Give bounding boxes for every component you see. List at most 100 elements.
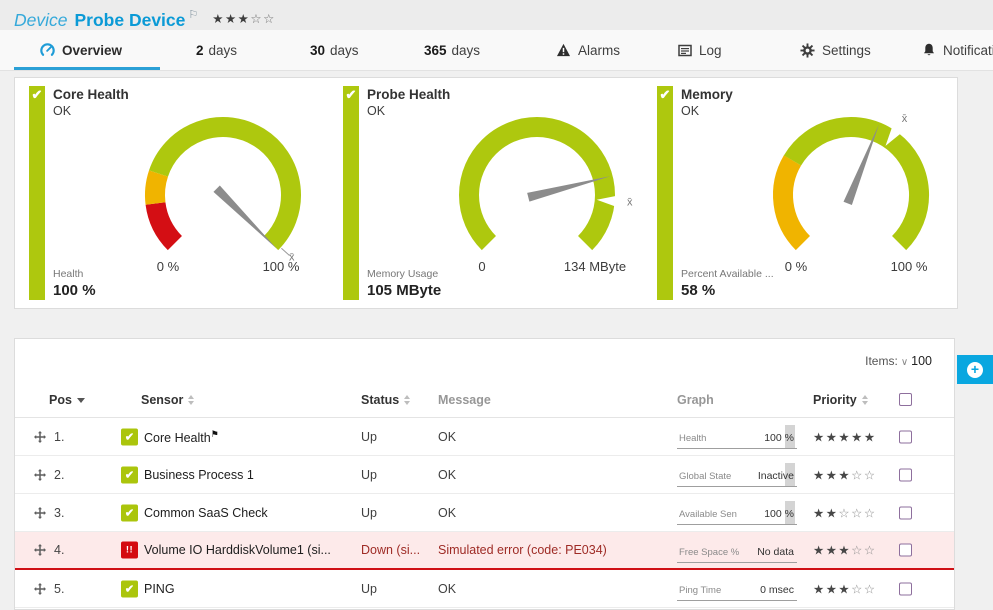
tab-number: 2 bbox=[196, 43, 204, 58]
sensor-ok-icon[interactable]: ✔ bbox=[121, 428, 138, 445]
tab-label: days bbox=[452, 43, 481, 58]
table-row[interactable]: 2.✔Business Process 1UpOKGlobal StateIna… bbox=[15, 456, 954, 494]
gauge-dial: x̄0134 MByte bbox=[427, 104, 649, 302]
priority-stars[interactable]: ★★☆☆☆ bbox=[813, 505, 877, 520]
sensor-name-link[interactable]: Common SaaS Check bbox=[144, 506, 268, 520]
breadcrumb-device-type: Device bbox=[14, 10, 68, 30]
tab-label: days bbox=[330, 43, 359, 58]
tab-number: 30 bbox=[310, 43, 325, 58]
mini-graph-value: 0 msec bbox=[760, 584, 794, 596]
svg-text:134 MByte: 134 MByte bbox=[564, 259, 626, 274]
gauge-section-core-health[interactable]: ✔Core HealthOKx̄0 %100 %Health100 % bbox=[15, 78, 329, 308]
svg-text:100 %: 100 % bbox=[263, 259, 300, 274]
sensor-ok-icon[interactable]: ✔ bbox=[121, 504, 138, 521]
tab-number: 365 bbox=[424, 43, 447, 58]
sensor-error-icon[interactable]: !! bbox=[121, 542, 138, 559]
row-checkbox[interactable] bbox=[899, 430, 912, 443]
sort-icon bbox=[862, 395, 868, 405]
bell-icon bbox=[922, 43, 936, 57]
row-checkbox[interactable] bbox=[899, 582, 912, 595]
priority-stars[interactable]: ★★★☆☆ bbox=[813, 581, 877, 596]
active-tab-underline bbox=[14, 67, 160, 70]
tab-alarms[interactable]: Alarms bbox=[556, 30, 620, 70]
tab-overview[interactable]: Overview bbox=[40, 30, 122, 70]
sort-icon bbox=[188, 395, 194, 405]
gauge-title[interactable]: Memory bbox=[681, 87, 733, 102]
mini-graph[interactable]: Free Space %No data bbox=[677, 538, 797, 563]
metric-label: Memory Usage bbox=[367, 268, 441, 280]
column-header-priority[interactable]: Priority bbox=[813, 393, 868, 407]
page-title[interactable]: Probe Device bbox=[75, 10, 186, 30]
move-handle-icon[interactable] bbox=[34, 583, 46, 595]
gauge-title[interactable]: Probe Health bbox=[367, 87, 450, 102]
device-priority-stars[interactable]: ★★★☆☆ bbox=[212, 12, 276, 26]
row-checkbox[interactable] bbox=[899, 468, 912, 481]
table-row[interactable]: 5.✔PINGUpOKPing Time0 msec★★★☆☆ bbox=[15, 570, 954, 608]
gauge-metric: Percent Available ...58 % bbox=[681, 268, 774, 299]
sensor-status: Down (si... bbox=[361, 543, 420, 557]
table-row[interactable]: 1.✔Core Health⚑UpOKHealth100 %★★★★★ bbox=[15, 418, 954, 456]
sensor-name-link[interactable]: PING bbox=[144, 582, 175, 596]
tab-label: days bbox=[209, 43, 238, 58]
mini-graph-value: No data bbox=[757, 546, 794, 558]
sensor-status-bar: ✔ bbox=[657, 86, 673, 300]
mini-graph[interactable]: Global StateInactive bbox=[677, 462, 797, 487]
select-all-checkbox[interactable] bbox=[899, 393, 912, 406]
table-row[interactable]: 3.✔Common SaaS CheckUpOKAvailable Sen100… bbox=[15, 494, 954, 532]
mini-graph-value: 100 % bbox=[764, 508, 794, 520]
tab-30-days[interactable]: 30 days bbox=[310, 30, 359, 70]
items-per-page-control[interactable]: Items:∨100 bbox=[865, 354, 932, 368]
tab-log[interactable]: Log bbox=[678, 30, 722, 70]
gauge-title[interactable]: Core Health bbox=[53, 87, 129, 102]
gauge-section-probe-health[interactable]: ✔Probe HealthOKx̄0134 MByteMemory Usage1… bbox=[329, 78, 643, 308]
column-header-status[interactable]: Status bbox=[361, 393, 410, 407]
tab-2-days[interactable]: 2 days bbox=[196, 30, 237, 70]
tab-label: Notifications bbox=[943, 43, 993, 58]
priority-stars[interactable]: ★★★☆☆ bbox=[813, 543, 877, 558]
move-handle-icon[interactable] bbox=[34, 544, 46, 556]
mini-graph-value: 100 % bbox=[764, 432, 794, 444]
column-header-pos[interactable]: Pos bbox=[49, 393, 85, 407]
sensor-message: OK bbox=[438, 430, 456, 444]
sensor-rows: 1.✔Core Health⚑UpOKHealth100 %★★★★★2.✔Bu… bbox=[15, 418, 954, 608]
mini-graph[interactable]: Health100 % bbox=[677, 424, 797, 449]
row-position: 5. bbox=[54, 582, 64, 596]
gauge-status: OK bbox=[681, 104, 699, 118]
svg-text:0: 0 bbox=[478, 259, 485, 274]
priority-stars[interactable]: ★★★☆☆ bbox=[813, 467, 877, 482]
sensor-name-link[interactable]: Volume IO HarddiskVolume1 (si... bbox=[144, 543, 331, 557]
flag-icon: ⚑ bbox=[211, 429, 219, 439]
row-checkbox[interactable] bbox=[899, 544, 912, 557]
gear-icon bbox=[800, 43, 815, 58]
sensor-name-link[interactable]: Business Process 1 bbox=[144, 468, 254, 482]
sensor-ok-icon[interactable]: ✔ bbox=[121, 466, 138, 483]
tab-365-days[interactable]: 365 days bbox=[424, 30, 480, 70]
mini-graph-label: Global State bbox=[679, 471, 731, 482]
gauge-icon bbox=[40, 43, 55, 58]
check-icon: ✔ bbox=[657, 87, 673, 103]
move-handle-icon[interactable] bbox=[34, 431, 46, 443]
title-bar: Device Probe Device⚐ ★★★☆☆ bbox=[0, 0, 993, 30]
sensor-ok-icon[interactable]: ✔ bbox=[121, 580, 138, 597]
tab-notifications[interactable]: Notifications bbox=[922, 30, 993, 70]
gauge-section-memory[interactable]: ✔MemoryOKx̄0 %100 %Percent Available ...… bbox=[643, 78, 957, 308]
row-position: 1. bbox=[54, 430, 64, 444]
gauge-dial: x̄0 %100 % bbox=[741, 104, 963, 302]
column-header-sensor[interactable]: Sensor bbox=[141, 393, 194, 407]
mini-graph[interactable]: Ping Time0 msec bbox=[677, 576, 797, 601]
flag-icon[interactable]: ⚐ bbox=[188, 9, 198, 21]
row-checkbox[interactable] bbox=[899, 506, 912, 519]
metric-value: 100 % bbox=[53, 282, 96, 299]
tab-settings[interactable]: Settings bbox=[800, 30, 871, 70]
mini-graph[interactable]: Available Sen 100 % bbox=[677, 500, 797, 525]
priority-stars[interactable]: ★★★★★ bbox=[813, 429, 877, 444]
move-handle-icon[interactable] bbox=[34, 507, 46, 519]
gauge-metric: Health100 % bbox=[53, 268, 96, 299]
table-row[interactable]: 4.!!Volume IO HarddiskVolume1 (si...Down… bbox=[15, 532, 954, 570]
gauge-status: OK bbox=[53, 104, 71, 118]
sensor-status-bar: ✔ bbox=[29, 86, 45, 300]
mini-graph-label: Available Sen bbox=[679, 509, 737, 520]
add-sensor-button[interactable]: + bbox=[957, 355, 993, 384]
sensor-name-link[interactable]: Core Health⚑ bbox=[144, 429, 219, 445]
move-handle-icon[interactable] bbox=[34, 469, 46, 481]
